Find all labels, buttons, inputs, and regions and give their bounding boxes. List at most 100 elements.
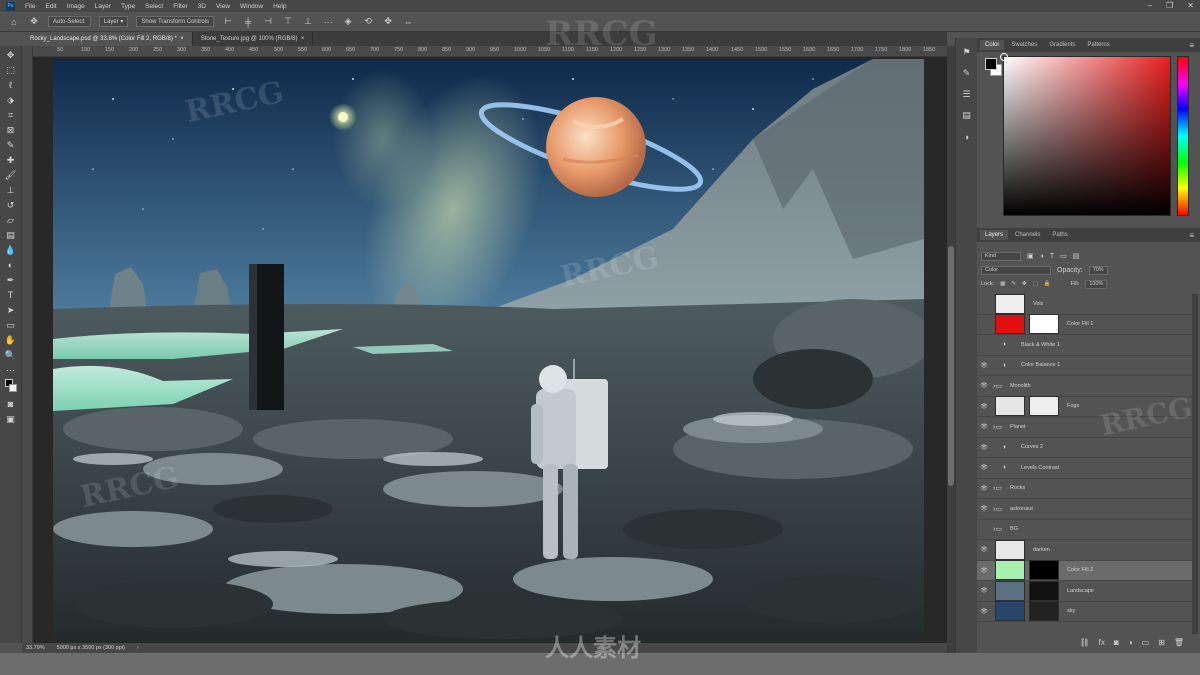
layer-row[interactable]: 👁 Fogs xyxy=(977,396,1192,417)
visibility-eye-icon[interactable]: 👁 xyxy=(977,608,991,615)
layer-row[interactable]: 👁 darken xyxy=(977,539,1192,561)
layer-row[interactable]: Vols xyxy=(977,293,1192,315)
fill-input[interactable]: 100% xyxy=(1085,279,1108,289)
dodge-tool-icon[interactable]: ◐ xyxy=(3,258,19,272)
document-canvas[interactable] xyxy=(53,59,924,641)
lasso-tool-icon[interactable]: ℓ xyxy=(3,78,19,92)
quick-mask-icon[interactable]: ◙ xyxy=(3,397,19,411)
layer-row[interactable]: 👁 Landscape xyxy=(977,580,1192,602)
lock-all-icon[interactable]: 🔒 xyxy=(1044,281,1051,287)
link-layers-icon[interactable]: ⛓ xyxy=(1080,638,1090,647)
visibility-eye-icon[interactable]: 👁 xyxy=(977,485,991,492)
layer-row[interactable]: 👁 sky xyxy=(977,601,1192,622)
adjustments-icon[interactable]: ◑ xyxy=(960,130,974,143)
learn-icon[interactable]: ⚑ xyxy=(960,46,974,59)
layer-filter-dropdown[interactable]: Kind xyxy=(981,251,1021,261)
trash-icon[interactable]: 🗑 xyxy=(1174,638,1184,647)
menu-3d[interactable]: 3D xyxy=(198,3,206,10)
new-adjustment-icon[interactable]: ◑ xyxy=(1128,638,1133,647)
more-options-icon[interactable]: ··· xyxy=(322,16,334,28)
libraries-icon[interactable]: ▤ xyxy=(960,109,974,122)
canvas-vertical-scrollbar[interactable] xyxy=(947,46,955,653)
healing-brush-tool-icon[interactable]: ✚ xyxy=(3,153,19,167)
menu-layer[interactable]: Layer xyxy=(95,3,111,10)
visibility-eye-icon[interactable]: 👁 xyxy=(977,505,991,512)
zoom-tool-icon[interactable]: 🔍 xyxy=(3,348,19,362)
layer-row[interactable]: 👁 ›▭ astronaut xyxy=(977,499,1192,520)
filter-shape-icon[interactable]: ▭ xyxy=(1060,252,1067,260)
layer-row[interactable]: 👁 ◑ Curves 2 xyxy=(977,438,1192,458)
restore-icon[interactable]: ❐ xyxy=(1166,1,1173,10)
fx-icon[interactable]: fx xyxy=(1099,638,1105,647)
visibility-eye-icon[interactable]: 👁 xyxy=(977,567,991,574)
filter-type-icon[interactable]: T xyxy=(1050,253,1054,260)
layer-row[interactable]: 👁 ◑ Levels Contrast xyxy=(977,458,1192,479)
folder-icon[interactable]: ›▭ xyxy=(993,484,1002,492)
3d-mode-icon[interactable]: ◈ xyxy=(342,16,354,28)
tab-patterns[interactable]: Patterns xyxy=(1082,40,1114,50)
folder-icon[interactable]: ›▭ xyxy=(993,525,1002,533)
type-tool-icon[interactable]: T xyxy=(3,288,19,302)
brush-tool-icon[interactable]: 🖌 xyxy=(3,168,19,182)
lock-artboard-icon[interactable]: ⬚ xyxy=(1033,281,1038,287)
menu-file[interactable]: File xyxy=(25,3,35,10)
layer-row[interactable]: 👁 ◑ Color Balance 1 xyxy=(977,356,1192,376)
photoshop-logo-icon[interactable]: Ps xyxy=(6,1,15,11)
folder-icon[interactable]: ›▭ xyxy=(993,505,1002,513)
visibility-eye-icon[interactable]: 👁 xyxy=(977,546,991,553)
menu-image[interactable]: Image xyxy=(67,3,85,10)
tab-paths[interactable]: Paths xyxy=(1047,230,1072,240)
shape-tool-icon[interactable]: ▭ xyxy=(3,318,19,332)
tab-stone-texture[interactable]: Stone_Texture.jpg @ 100% (RGB/8) × xyxy=(193,32,314,46)
layer-row[interactable]: ›▭ BG xyxy=(977,520,1192,540)
visibility-eye-icon[interactable]: 👁 xyxy=(977,403,991,410)
minimize-icon[interactable]: – xyxy=(1148,1,1152,10)
zoom-level[interactable]: 33.79% xyxy=(26,645,45,651)
layer-row[interactable]: ◑ Black & White 1 xyxy=(977,335,1192,356)
path-select-tool-icon[interactable]: ➤ xyxy=(3,303,19,317)
marquee-tool-icon[interactable]: ⬚ xyxy=(3,63,19,77)
orbit-icon[interactable]: ⟲ xyxy=(362,16,374,28)
layer-row[interactable]: 👁 Color Fill 2 xyxy=(977,560,1192,581)
move-tool-icon[interactable]: ✥ xyxy=(28,16,40,28)
new-layer-icon[interactable]: ⊞ xyxy=(1158,638,1165,647)
color-picker-field[interactable] xyxy=(1000,53,1171,216)
align-middle-icon[interactable]: ⊥ xyxy=(302,16,314,28)
home-icon[interactable]: ⌂ xyxy=(8,16,20,28)
close-tab-icon[interactable]: × xyxy=(180,36,184,42)
menu-help[interactable]: Help xyxy=(273,3,286,10)
layer-row[interactable]: 👁 ›▭ Monolith xyxy=(977,376,1192,397)
new-group-icon[interactable]: ▭ xyxy=(1142,638,1150,647)
eyedropper-tool-icon[interactable]: ✎ xyxy=(3,138,19,152)
panel-menu-icon[interactable]: ≡ xyxy=(1189,41,1194,50)
visibility-eye-icon[interactable]: 👁 xyxy=(977,587,991,594)
gradient-tool-icon[interactable]: ▤ xyxy=(3,228,19,242)
align-right-icon[interactable]: ⊣ xyxy=(262,16,274,28)
pen-tool-icon[interactable]: ✒ xyxy=(3,273,19,287)
properties-icon[interactable]: ☰ xyxy=(960,88,974,101)
filter-adjustment-icon[interactable]: ◑ xyxy=(1040,253,1044,260)
status-arrow-icon[interactable]: › xyxy=(137,645,139,651)
lock-pixels-icon[interactable]: ▦ xyxy=(1000,281,1005,287)
hand-tool-icon[interactable]: ✋ xyxy=(3,333,19,347)
foreground-color-swatch[interactable] xyxy=(985,58,997,70)
layer-row[interactable]: Color Fill 1 xyxy=(977,314,1192,335)
tab-layers[interactable]: Layers xyxy=(980,230,1009,240)
tab-rocky-landscape[interactable]: Rocky_Landscape.psd @ 33.8% (Color Fill … xyxy=(22,32,193,46)
adjustments-brush-icon[interactable]: ✎ xyxy=(960,67,974,80)
close-icon[interactable]: ✕ xyxy=(1187,1,1194,10)
auto-select-checkbox[interactable]: Auto-Select: xyxy=(48,16,91,27)
layers-scrollbar[interactable] xyxy=(1192,294,1198,634)
layer-row[interactable]: 👁 ›▭ Rocks xyxy=(977,479,1192,499)
close-tab-icon[interactable]: × xyxy=(301,36,305,42)
filter-smart-icon[interactable]: ▤ xyxy=(1073,252,1080,260)
lock-paint-icon[interactable]: ✎ xyxy=(1011,281,1016,287)
visibility-eye-icon[interactable]: 👁 xyxy=(977,362,991,369)
show-transform-checkbox[interactable]: Show Transform Controls xyxy=(136,16,215,27)
lock-position-icon[interactable]: ✥ xyxy=(1022,281,1027,287)
visibility-eye-icon[interactable]: 👁 xyxy=(977,382,991,389)
menu-select[interactable]: Select xyxy=(145,3,163,10)
frame-tool-icon[interactable]: ⊠ xyxy=(3,123,19,137)
visibility-eye-icon[interactable]: 👁 xyxy=(977,423,991,430)
move-tool-icon[interactable]: ✥ xyxy=(3,48,19,62)
